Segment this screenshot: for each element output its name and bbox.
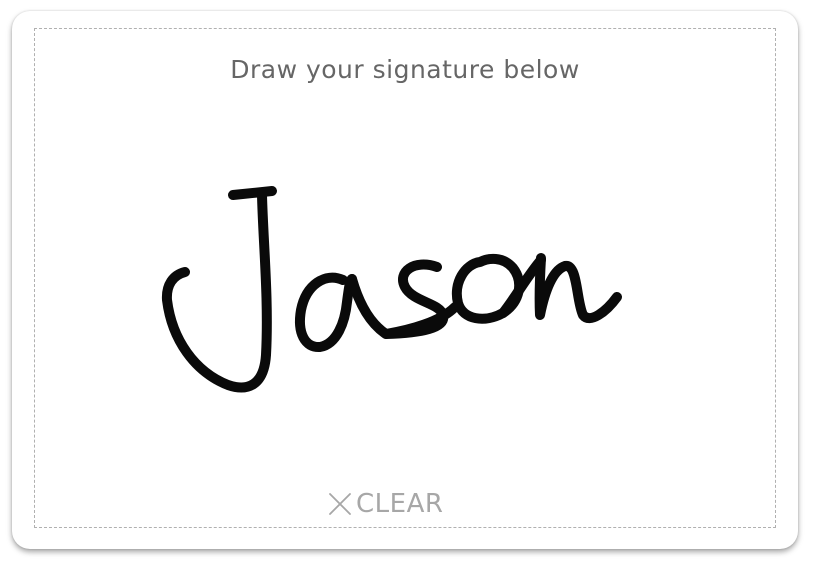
signature-pad[interactable]: Draw your signature below [34,28,776,528]
clear-button-label: CLEAR [356,489,444,519]
clear-button[interactable]: CLEAR [322,484,449,524]
signature-card: Draw your signature below [12,11,798,549]
signature-prompt: Draw your signature below [230,55,580,84]
close-icon [328,492,352,516]
